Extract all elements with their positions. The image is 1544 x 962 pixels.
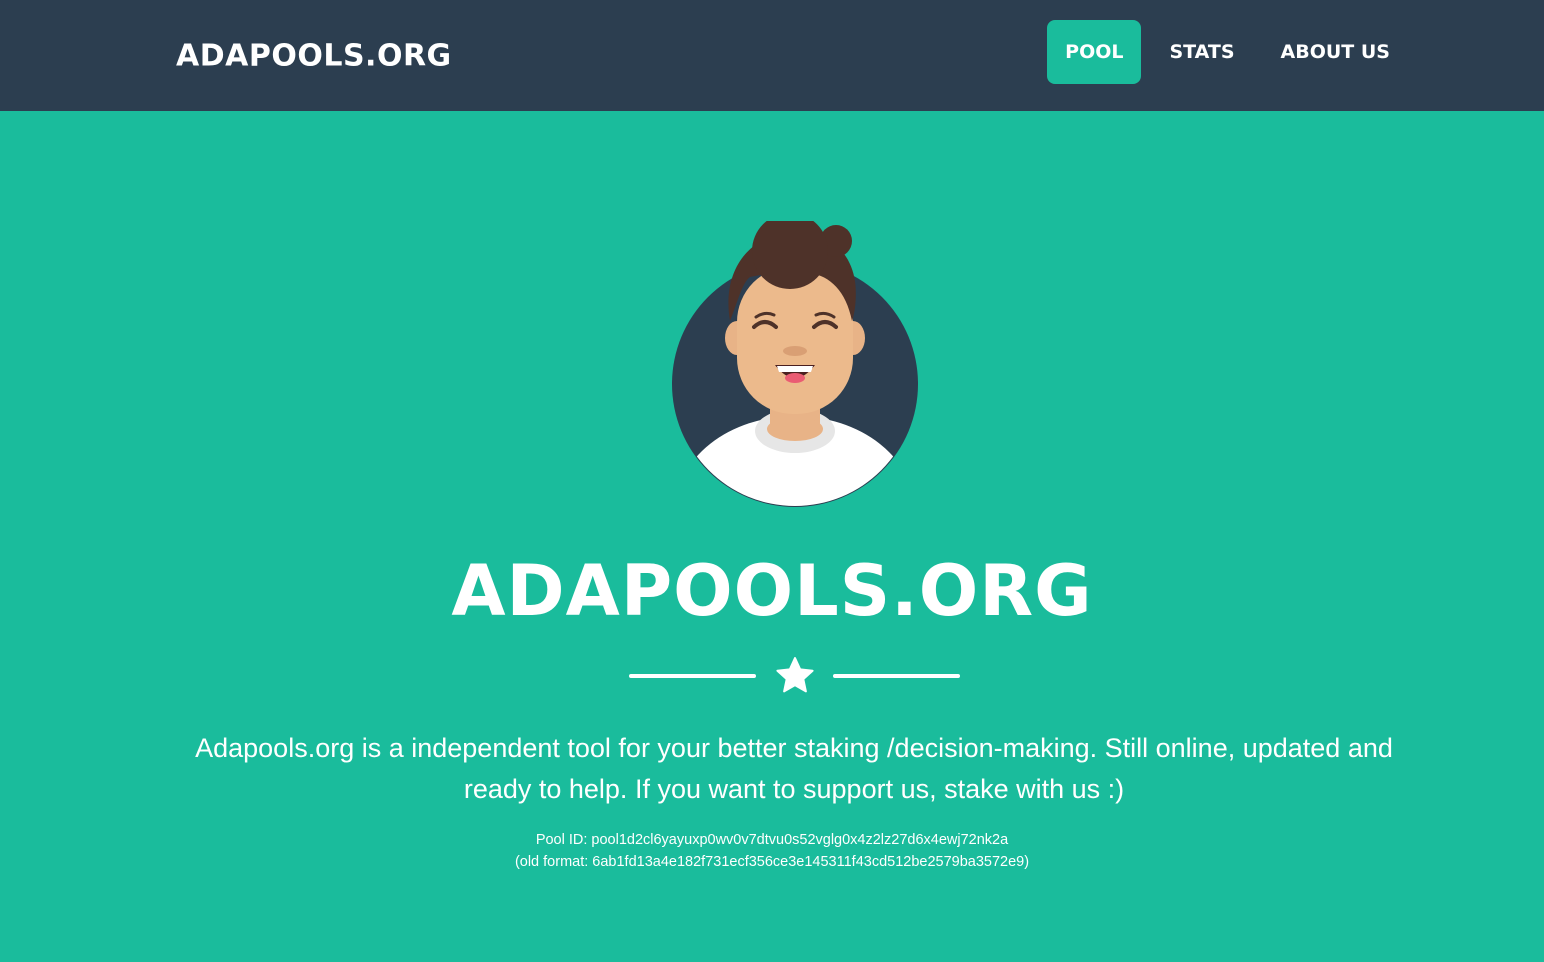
- divider: [629, 654, 960, 694]
- lead-text: Adapools.org is a independent tool for y…: [195, 733, 1393, 804]
- masthead: ADAPOOLS.ORG Adapools.org is a independe…: [0, 111, 1544, 962]
- avatar: [650, 213, 940, 511]
- avatar-illustration: [672, 213, 918, 507]
- pool-id-text: Pool ID: pool1d2cl6yayuxp0wv0v7dtvu0s52v…: [535, 832, 1009, 848]
- navbar: ADAPOOLS.ORG POOL STATS ABOUT US: [0, 0, 1544, 111]
- nav-link-pool[interactable]: POOL: [1047, 20, 1142, 84]
- page-title: ADAPOOLS.ORG: [451, 550, 1093, 632]
- nav-menu: POOL STATS ABOUT US: [1037, 20, 1408, 84]
- divider-line-left: [629, 674, 756, 678]
- pool-id-block: Pool ID: pool1d2cl6yayuxp0wv0v7dtvu0s52v…: [0, 829, 1544, 873]
- nav-link-about-us[interactable]: ABOUT US: [1263, 20, 1408, 84]
- divider-line-right: [833, 674, 960, 678]
- brand-link[interactable]: ADAPOOLS.ORG: [176, 38, 452, 73]
- nav-link-stats[interactable]: STATS: [1151, 20, 1252, 84]
- pool-id-old-format: (old format: 6ab1fd13a4e182f731ecf356ce3…: [514, 854, 1030, 870]
- star-icon: [776, 657, 814, 693]
